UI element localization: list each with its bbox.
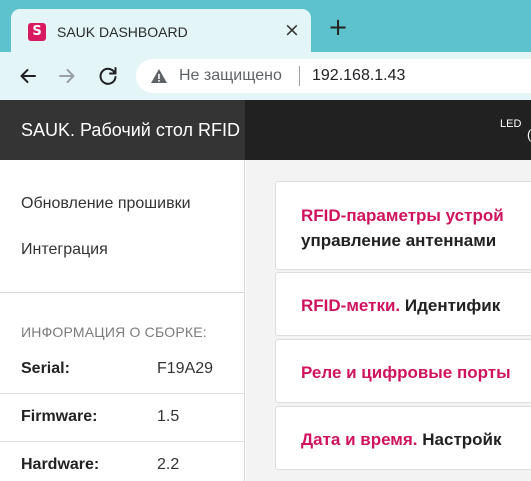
serial-value: F19A29 [157,360,214,377]
led-label: LED [500,118,522,130]
address-bar[interactable]: Не защищено 192.168.1.43 [136,59,531,93]
spec-divider [0,441,245,442]
warning-triangle-icon[interactable] [150,67,168,85]
build-info-heading: ИНФОРМАЦИЯ О СБОРКЕ: [21,324,207,340]
back-arrow-icon[interactable] [15,63,41,89]
app-title: SAUK. Рабочий стол RFID [21,120,241,140]
card-title: Дата и время. [301,430,418,449]
spec-divider [0,393,245,394]
not-secure-label: Не защищено [179,67,282,84]
reload-icon[interactable] [95,63,121,89]
app-header: SAUK. Рабочий стол RFID LED ( [0,100,531,160]
card-description: Настройк [417,430,502,449]
serial-label: Serial: [21,360,70,377]
close-tab-icon[interactable]: × [282,20,302,40]
url-text[interactable]: 192.168.1.43 [312,67,405,85]
card-date-time[interactable]: Дата и время. Настройк [275,406,531,470]
card-description: Идентифик [400,296,501,315]
sidebar-item-integration[interactable]: Интеграция [21,241,108,259]
browser-toolbar: Не защищено 192.168.1.43 [0,52,531,100]
firmware-value: 1.5 [157,408,180,425]
card-heading: Дата и время. Настройк [301,430,502,450]
led-indicator: ( [527,127,531,142]
card-rfid-params[interactable]: RFID-параметры устрой управление антенна… [275,181,531,270]
card-heading: RFID-метки. Идентифик [301,296,500,316]
tab-title: SAUK DASHBOARD [57,24,188,40]
card-title: RFID-параметры устрой [301,206,504,225]
app-header-brand: SAUK. Рабочий стол RFID [0,100,245,160]
sidebar-item-firmware-update[interactable]: Обновление прошивки [21,195,191,213]
new-tab-button[interactable]: + [326,15,350,40]
hardware-value: 2.2 [157,456,180,473]
hardware-label: Hardware: [21,456,100,473]
sidebar-divider [0,292,245,293]
card-title: Реле и цифровые порты [301,363,511,382]
card-title: RFID-метки. [301,296,401,315]
card-relays-ports[interactable]: Реле и цифровые порты [275,339,531,403]
card-rfid-tags[interactable]: RFID-метки. Идентифик [275,272,531,336]
firmware-label: Firmware: [21,408,98,425]
address-separator [299,66,300,86]
browser-tab[interactable]: S SAUK DASHBOARD × [11,9,311,52]
sidebar: Обновление прошивки Интеграция ИНФОРМАЦИ… [0,160,245,481]
main-content: RFID-параметры устрой управление антенна… [246,160,531,481]
favicon-icon: S [28,23,46,41]
card-subtitle: управление антеннами [301,231,497,250]
forward-arrow-icon[interactable] [54,63,80,89]
browser-tab-strip: S SAUK DASHBOARD × + [0,0,531,52]
